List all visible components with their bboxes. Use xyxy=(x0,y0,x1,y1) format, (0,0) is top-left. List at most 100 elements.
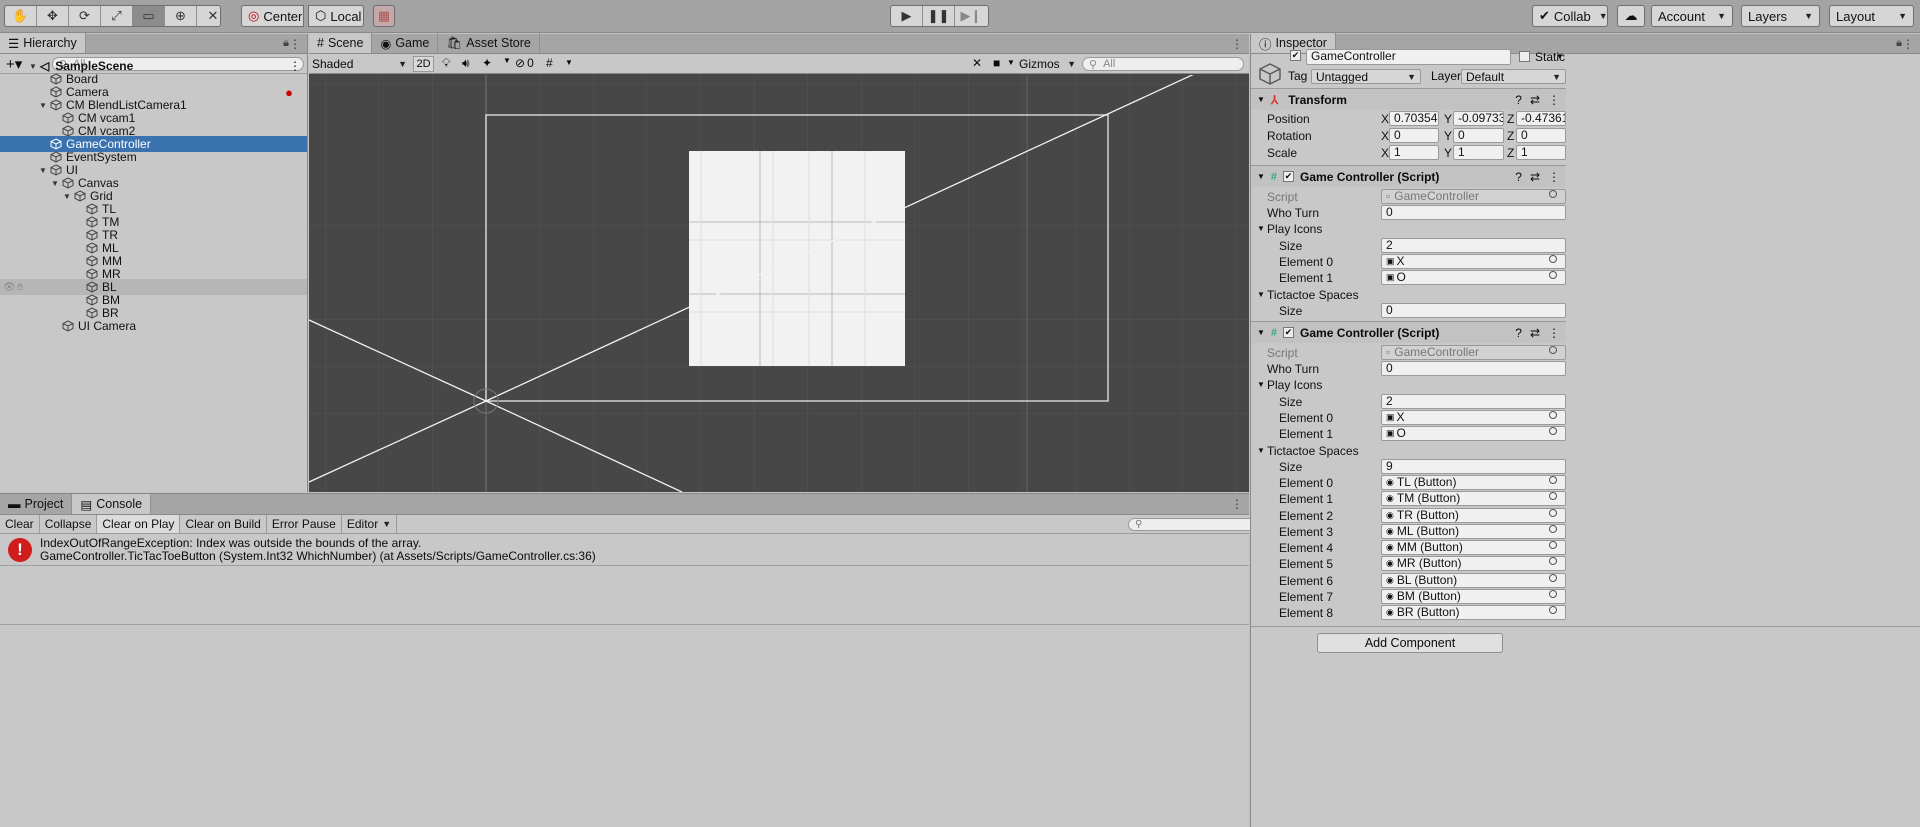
expand-arrow-icon[interactable]: ▼ xyxy=(38,101,48,110)
object-picker-icon[interactable] xyxy=(1549,574,1557,582)
play-icon-element-field[interactable]: ▣ O xyxy=(1381,426,1566,441)
expand-arrow-icon[interactable]: ▼ xyxy=(1257,95,1265,104)
enabled-checkbox[interactable]: ✔ xyxy=(1283,171,1295,182)
static-checkbox[interactable] xyxy=(1519,51,1530,62)
object-picker-icon[interactable] xyxy=(1549,590,1557,598)
component-menu-icon[interactable]: ⋮ xyxy=(1548,326,1560,340)
collab-button[interactable]: ✔ Collab ▼ xyxy=(1532,5,1608,27)
expand-arrow-icon[interactable]: ▼ xyxy=(1257,328,1265,337)
lighting-toggle-icon[interactable]: 💡︎ xyxy=(442,56,450,71)
object-picker-icon[interactable] xyxy=(1549,509,1557,517)
tab-asset-store[interactable]: 🛍︎ Asset Store xyxy=(438,33,540,53)
tab-game[interactable]: ◉ Game xyxy=(372,33,439,53)
pivot-center-button[interactable]: ◎ Center xyxy=(241,5,304,27)
help-icon[interactable]: ? xyxy=(1515,326,1522,340)
help-icon[interactable]: ? xyxy=(1515,170,1522,184)
space-element-field[interactable]: ◉ BL (Button) xyxy=(1381,573,1566,588)
space-element-field[interactable]: ◉ MM (Button) xyxy=(1381,540,1566,555)
error-pause-button[interactable]: Error Pause xyxy=(267,515,342,533)
scale-tool-icon[interactable]: ⤢ xyxy=(101,6,133,26)
chevron-down-icon[interactable]: ▼ xyxy=(503,56,511,65)
panel-menu-icon[interactable]: ⋮ xyxy=(1231,497,1243,511)
space-element-field[interactable]: ◉ BM (Button) xyxy=(1381,589,1566,604)
scale-x-field[interactable]: 1 xyxy=(1389,145,1439,160)
console-splitter[interactable] xyxy=(0,624,1249,625)
object-picker-icon[interactable] xyxy=(1549,557,1557,565)
transform-tool-icon[interactable]: ⊕ xyxy=(165,6,197,26)
expand-arrow-icon[interactable]: ▼ xyxy=(62,192,72,201)
rotation-x-field[interactable]: 0 xyxy=(1389,128,1439,143)
expand-arrow-icon[interactable]: ▼ xyxy=(1257,287,1265,303)
panel-menu-icon[interactable]: ⋮ xyxy=(1231,37,1243,51)
panel-menu-icon[interactable]: ⋮ xyxy=(289,37,301,51)
clear-button[interactable]: Clear xyxy=(0,515,40,533)
space-element-field[interactable]: ◉ TR (Button) xyxy=(1381,508,1566,523)
collapse-button[interactable]: Collapse xyxy=(40,515,98,533)
hidden-objects-toggle[interactable]: ⊘ 0 xyxy=(515,56,534,70)
tab-scene[interactable]: # Scene xyxy=(309,33,373,53)
play-icons-foldout[interactable]: ▼ Play Icons xyxy=(1251,221,1920,237)
tab-hierarchy[interactable]: ☰ Hierarchy xyxy=(0,33,86,53)
rotation-y-field[interactable]: 0 xyxy=(1453,128,1504,143)
rect-tool-icon[interactable]: ▭ xyxy=(133,6,165,26)
play-icons-size-field[interactable]: 2 xyxy=(1381,394,1566,409)
tab-project[interactable]: ▬ Project xyxy=(0,494,73,514)
tictactoe-spaces-size-field[interactable]: 9 xyxy=(1381,459,1566,474)
layer-dropdown[interactable]: Default ▼ xyxy=(1461,69,1566,84)
scale-z-field[interactable]: 1 xyxy=(1516,145,1566,160)
expand-arrow-icon[interactable]: ▼ xyxy=(50,179,60,188)
grid-toggle-icon[interactable]: # xyxy=(546,56,553,70)
object-picker-icon[interactable] xyxy=(1549,606,1557,614)
play-icons-foldout[interactable]: ▼ Play Icons xyxy=(1251,377,1920,393)
enabled-checkbox[interactable]: ✔ xyxy=(1283,327,1295,338)
move-tool-icon[interactable]: ✥ xyxy=(37,6,69,26)
chevron-down-icon[interactable]: ▼ xyxy=(1007,58,1015,67)
space-element-field[interactable]: ◉ TL (Button) xyxy=(1381,475,1566,490)
space-element-field[interactable]: ◉ ML (Button) xyxy=(1381,524,1566,539)
position-z-field[interactable]: -0.47361 xyxy=(1516,111,1566,126)
preset-icon[interactable]: ⇄ xyxy=(1530,170,1540,184)
account-dropdown[interactable]: Account ▼ xyxy=(1651,5,1733,27)
preset-icon[interactable]: ⇄ xyxy=(1530,93,1540,107)
custom-tool-icon[interactable]: ✕ xyxy=(197,6,220,26)
hand-tool-icon[interactable]: ✋ xyxy=(5,6,37,26)
visibility-eye-icon[interactable]: 👁︎ xyxy=(3,282,16,293)
object-picker-icon[interactable] xyxy=(1549,255,1557,263)
play-icon-element-field[interactable]: ▣ O xyxy=(1381,270,1566,285)
play-icon[interactable]: ▶ xyxy=(891,6,923,26)
pivot-local-button[interactable]: ⬡ Local xyxy=(308,5,364,27)
editor-dropdown[interactable]: Editor ▼ xyxy=(342,515,398,533)
camera-icon[interactable]: ■ xyxy=(993,56,1000,70)
space-element-field[interactable]: ◉ TM (Button) xyxy=(1381,491,1566,506)
cloud-button[interactable]: ☁ xyxy=(1617,5,1645,27)
space-element-field[interactable]: ◉ MR (Button) xyxy=(1381,556,1566,571)
position-y-field[interactable]: -0.09733 xyxy=(1453,111,1504,126)
toggle-2d-button[interactable]: 2D xyxy=(413,56,434,72)
object-name-field[interactable]: GameController xyxy=(1306,49,1511,65)
play-icons-size-field[interactable]: 2 xyxy=(1381,238,1566,253)
play-icon-element-field[interactable]: ▣ X xyxy=(1381,254,1566,269)
hierarchy-item-ui-camera[interactable]: UI Camera xyxy=(0,318,307,334)
pickable-hand-icon[interactable]: ✋︎ xyxy=(17,282,23,293)
object-picker-icon[interactable] xyxy=(1549,271,1557,279)
effects-toggle-icon[interactable]: ✦ xyxy=(482,56,492,70)
pause-icon[interactable]: ❚❚ xyxy=(923,6,955,26)
who-turn-field[interactable]: 0 xyxy=(1381,361,1566,376)
clear-on-play-button[interactable]: Clear on Play xyxy=(97,515,181,533)
chevron-down-icon[interactable]: ▼ xyxy=(565,58,573,67)
gizmos-dropdown[interactable]: Gizmos ▼ xyxy=(1019,56,1076,72)
scene-search-input[interactable]: ⚲ All xyxy=(1082,57,1244,71)
clear-on-build-button[interactable]: Clear on Build xyxy=(180,515,267,533)
add-component-button[interactable]: Add Component xyxy=(1317,633,1503,653)
game-controller-header[interactable]: ▼ # ✔ Game Controller (Script) ? ⇄ ⋮ xyxy=(1251,165,1566,187)
console-log-entry[interactable]: ! IndexOutOfRangeException: Index was ou… xyxy=(0,534,1249,566)
step-icon[interactable]: ▶❙ xyxy=(955,6,987,26)
object-picker-icon[interactable] xyxy=(1549,476,1557,484)
chevron-down-icon[interactable]: ▼ xyxy=(1556,52,1564,61)
space-element-field[interactable]: ◉ BR (Button) xyxy=(1381,605,1566,620)
rotate-tool-icon[interactable]: ⟳ xyxy=(69,6,101,26)
object-picker-icon[interactable] xyxy=(1549,492,1557,500)
tictactoe-spaces-foldout[interactable]: ▼ Tictactoe Spaces xyxy=(1251,287,1920,303)
expand-arrow-icon[interactable]: ▼ xyxy=(1257,221,1265,237)
rotation-z-field[interactable]: 0 xyxy=(1516,128,1566,143)
